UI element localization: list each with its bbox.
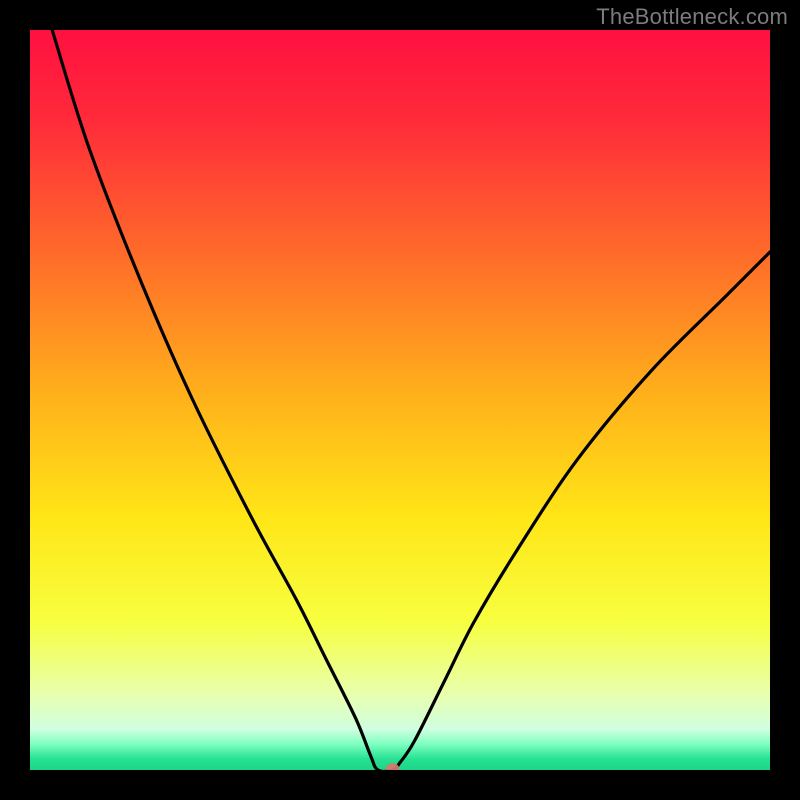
- chart-frame: TheBottleneck.com: [0, 0, 800, 800]
- bottleneck-chart: [30, 30, 770, 770]
- watermark-label: TheBottleneck.com: [596, 4, 788, 30]
- plot-area: [30, 30, 770, 770]
- gradient-background: [30, 30, 770, 770]
